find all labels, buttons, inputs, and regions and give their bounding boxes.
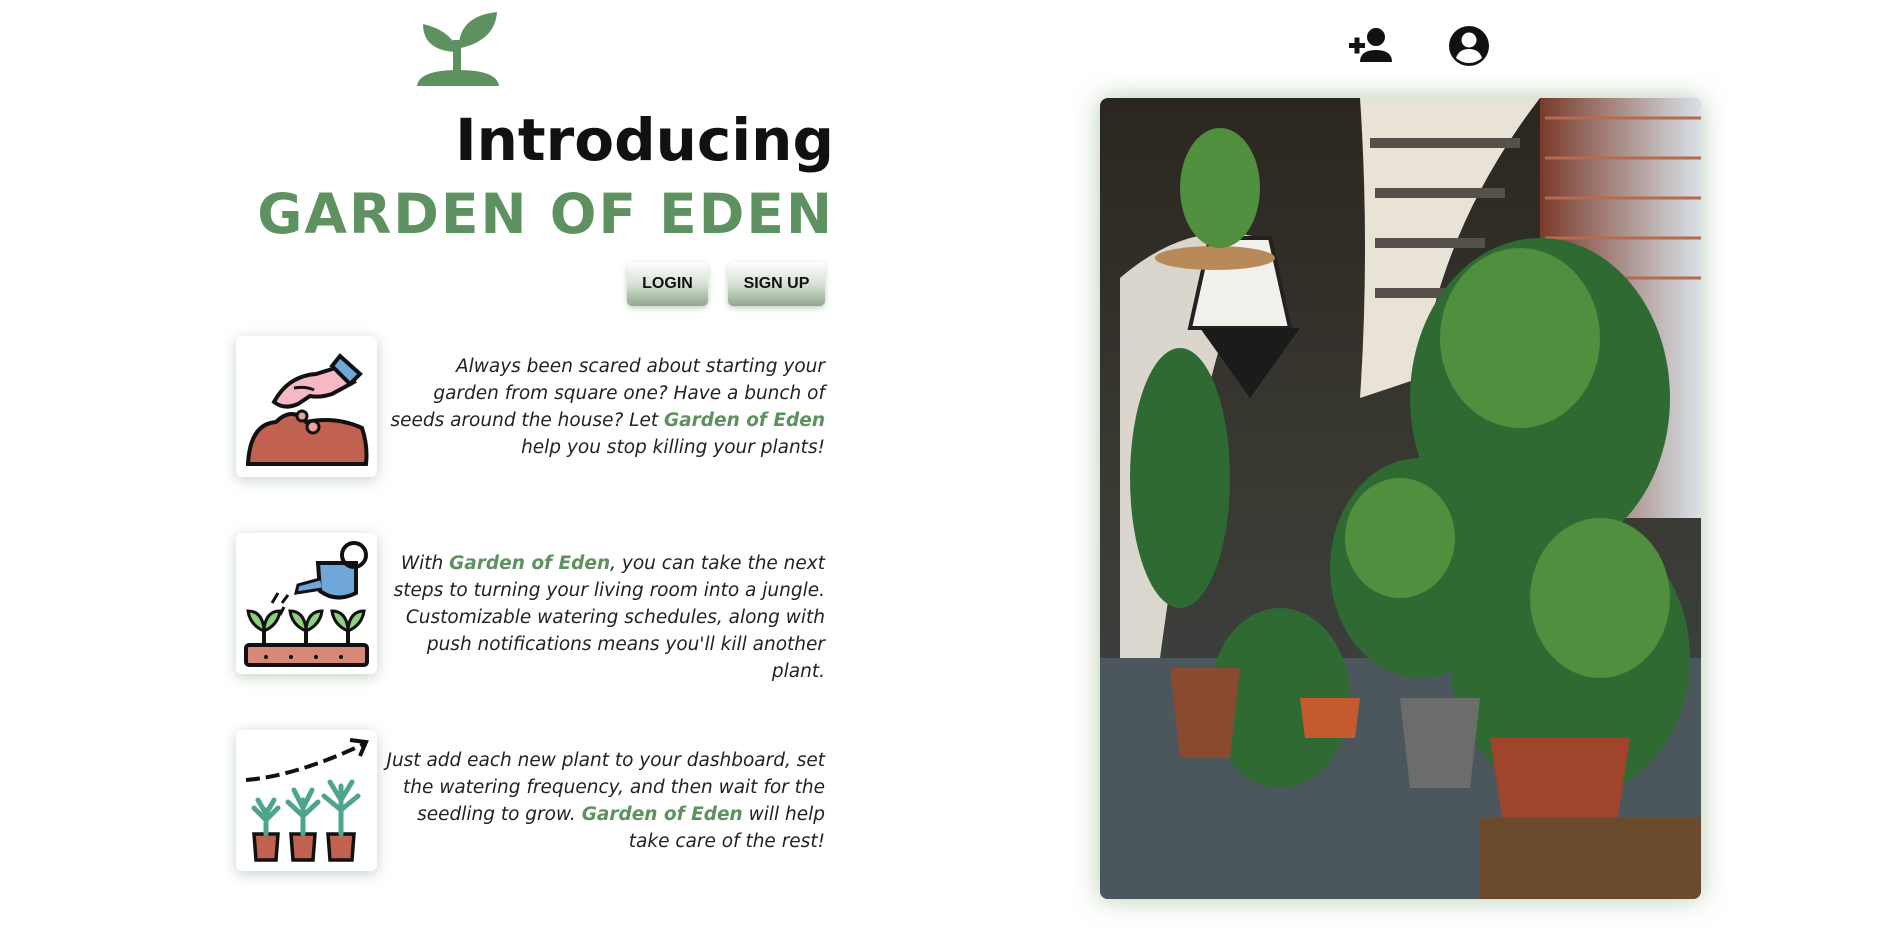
feature-description-1: Always been scared about starting your g…: [385, 353, 825, 461]
sprout-logo-icon: [415, 10, 501, 88]
feature-3-brand-highlight: Garden of Eden: [581, 804, 743, 825]
watering-can-seedlings-icon: [236, 533, 377, 674]
hand-sowing-seeds-icon: [236, 336, 377, 477]
account-circle-icon[interactable]: [1445, 24, 1493, 68]
landing-page: Introducing GARDEN OF EDEN LOGIN SIGN UP: [0, 0, 1904, 932]
signup-button[interactable]: SIGN UP: [728, 262, 825, 306]
hero-intro-heading: Introducing: [455, 106, 834, 174]
feature-description-2: With Garden of Eden, you can take the ne…: [385, 550, 825, 685]
add-user-icon[interactable]: [1347, 24, 1395, 68]
feature-1-brand-highlight: Garden of Eden: [664, 410, 825, 431]
indoor-plants-photo: [1100, 98, 1701, 899]
login-button[interactable]: LOGIN: [627, 262, 708, 306]
hero-brand-heading: GARDEN OF EDEN: [257, 182, 834, 246]
feature-description-3: Just add each new plant to your dashboar…: [385, 747, 825, 855]
feature-2-brand-highlight: Garden of Eden: [449, 553, 611, 574]
feature-2-text-start: With: [400, 553, 450, 574]
feature-1-text-end: help you stop killing your plants!: [521, 437, 825, 458]
growing-plants-chart-icon: [236, 730, 377, 871]
